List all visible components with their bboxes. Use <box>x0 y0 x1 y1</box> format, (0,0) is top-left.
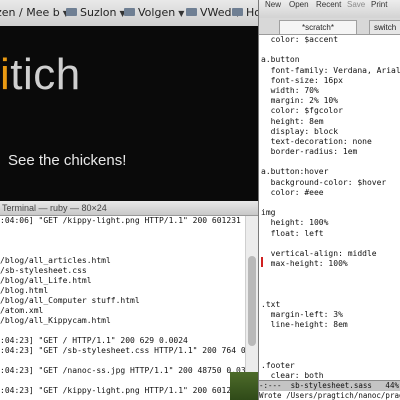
bookmark-label: Honey <box>246 6 258 19</box>
folder-icon <box>124 8 135 16</box>
code-line: text-decoration: none <box>261 136 372 146</box>
tab-switch[interactable]: switch <box>369 20 400 34</box>
terminal-line: :04:06] "GET /kippy-light.png HTTP/1.1" … <box>0 216 241 225</box>
terminal-line: :04:23] "GET /nanoc-ss.jpg HTTP/1.1" 200… <box>0 366 246 375</box>
save-button[interactable]: Save <box>347 0 365 9</box>
code-line: height: 100% <box>261 218 329 228</box>
terminal-line: /blog/all_Computer stuff.html <box>0 296 140 305</box>
emacs-window[interactable]: New Open Recent Save Print *scratch* swi… <box>258 0 400 400</box>
code-line: font-family: Verdana, Arial, Helv <box>270 65 400 75</box>
bookmark-folder-1[interactable]: zen / Mee b▼ <box>0 6 69 20</box>
code-line: margin: 2% 10% <box>261 96 339 106</box>
code-line: vertical-align: middle <box>261 248 377 258</box>
code-line: color: $fgcolor <box>261 106 343 116</box>
terminal-line: /atom.xml <box>0 306 44 315</box>
code-line: a.button <box>261 55 300 65</box>
terminal-line: /blog/all_Kippycam.html <box>0 316 111 325</box>
code-line: a.button:hover <box>261 167 329 177</box>
code-line: background-color: $hover <box>261 177 387 187</box>
emacs-toolbar: New Open Recent Save Print <box>259 0 400 19</box>
bookmark-folder-2[interactable]: Suzlon ▼ <box>66 6 126 20</box>
terminal-line: /blog/all_Life.html <box>0 276 92 285</box>
code-line: color: #eee <box>261 187 324 197</box>
emacs-tab-bar: *scratch* switch <box>259 18 400 35</box>
folder-icon <box>186 8 197 16</box>
desktop-background <box>230 372 258 400</box>
code-editor[interactable]: color: $accent a.button font-family: Verd… <box>261 35 400 380</box>
chevron-down-icon: ▼ <box>178 8 185 18</box>
code-line: font-size: 16px <box>261 75 343 85</box>
code-line: line-height: 8em <box>261 320 348 330</box>
terminal-line: /blog/all_articles.html <box>0 256 111 265</box>
text-cursor <box>261 257 263 267</box>
terminal-line: :04:23] "GET /kippy-light.png HTTP/1.1" … <box>0 386 241 395</box>
scrollbar-thumb[interactable] <box>248 256 256 346</box>
code-line: .footer <box>261 361 295 370</box>
tab-scratch[interactable]: *scratch* <box>279 20 357 34</box>
code-line: .txt <box>261 299 281 309</box>
minibuffer: Wrote /Users/pragtich/nanoc/pragtich-b <box>259 391 400 400</box>
code-line: color: $accent <box>261 35 339 44</box>
folder-icon <box>66 8 77 16</box>
bookmark-label: VWed <box>200 6 232 19</box>
code-line: height: 8em <box>261 116 324 126</box>
print-button[interactable]: Print <box>371 0 387 9</box>
code-line: margin-left: 3% <box>261 310 343 320</box>
terminal-line: :04:23] "GET / HTTP/1.1" 200 629 0.0024 <box>0 336 188 345</box>
webpage-content: itich See the chickens! <box>0 26 258 202</box>
bookmarks-bar: zen / Mee b▼ Suzlon▼ Volgen▼ VWed ▼ Honey <box>0 0 258 27</box>
mode-line: -:--- sb-stylesheet.sass 44% (45,2) <box>259 380 400 391</box>
tagline-link[interactable]: See the chickens! <box>8 152 126 169</box>
bookmark-label: Volgen <box>138 6 176 19</box>
open-button[interactable]: Open <box>289 0 309 9</box>
code-line: img <box>261 208 276 218</box>
code-line: float: left <box>261 228 324 238</box>
terminal-line: /blog.html <box>0 286 49 295</box>
bookmark-folder-5[interactable]: Honey <box>232 6 258 20</box>
logo-accent-letter: i <box>0 50 11 99</box>
bookmark-label: Suzlon <box>80 6 117 19</box>
terminal-line: :04:23] "GET /sb-stylesheet.css HTTP/1.1… <box>0 346 246 355</box>
code-line: max-height: 100% <box>261 259 348 269</box>
terminal-output[interactable]: :04:06] "GET /kippy-light.png HTTP/1.1" … <box>0 216 246 400</box>
code-line: border-radius: 1em <box>261 147 358 157</box>
code-line: width: 70% <box>261 85 319 95</box>
terminal-line: /sb-stylesheet.css <box>0 266 87 275</box>
new-button[interactable]: New <box>265 0 281 9</box>
terminal-window[interactable]: Terminal — ruby — 80×24 :04:06] "GET /ki… <box>0 201 258 400</box>
logo-text: tich <box>10 50 81 99</box>
site-logo[interactable]: itich <box>0 50 81 100</box>
bookmark-label: zen / Mee b <box>0 6 60 19</box>
terminal-title: Terminal — ruby — 80×24 <box>0 201 258 216</box>
bookmark-folder-3[interactable]: Volgen ▼ <box>124 6 184 20</box>
folder-icon <box>232 8 243 16</box>
recent-button[interactable]: Recent <box>316 0 341 9</box>
code-line: display: block <box>261 126 339 136</box>
